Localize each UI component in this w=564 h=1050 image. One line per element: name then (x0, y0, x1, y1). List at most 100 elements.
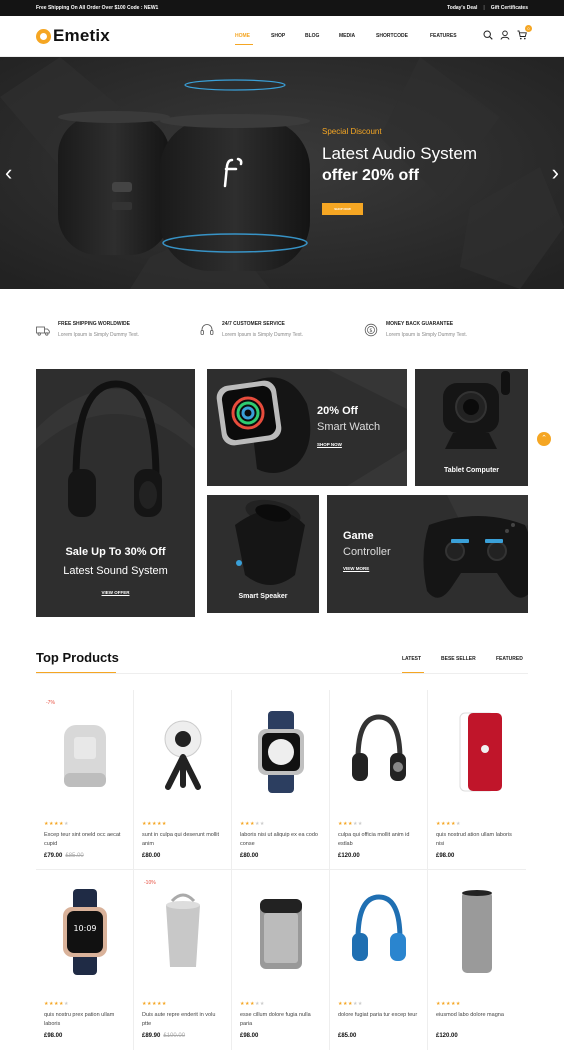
360-camera-icon (164, 720, 202, 790)
hero-next-arrow[interactable]: › (552, 162, 559, 184)
logo[interactable]: Emetix (36, 26, 110, 46)
headset-icon (200, 324, 214, 335)
rating-stars: ★★★★★ (44, 1001, 69, 1007)
main-nav: HOME SHOP BLOG MEDIA SHORTCODE FEATURES (235, 33, 470, 45)
current-price: £120.00 (338, 853, 360, 859)
product-name[interactable]: eiusmod labo dolore magna (436, 1011, 520, 1020)
product-card[interactable]: ★★★★★ laboris nisi ut aliquip ex ea codo… (232, 690, 330, 870)
product-name[interactable]: laboris nisi ut aliquip ex ea codo conse (240, 831, 324, 848)
product-card[interactable]: ★★★★★ sunt in culpa qui deserunt mollit … (134, 690, 232, 870)
feature-desc: Lorem Ipsum is Simply Dummy Text. (222, 332, 304, 338)
rating-stars: ★★★★★ (436, 1001, 461, 1007)
product-price: £98.00 (436, 853, 457, 859)
logo-text: Emetix (53, 26, 110, 45)
product-name[interactable]: quis nostru prex pation ullam laboris (44, 1011, 128, 1028)
banner-controller-title: Game (343, 530, 374, 542)
search-icon[interactable] (483, 30, 493, 40)
product-card[interactable]: ★★★★★ quis nostrud ation ullam laboris n… (428, 690, 526, 870)
scroll-to-top-button[interactable]: ⌃ (537, 432, 551, 446)
product-card[interactable]: ★★★★★ dolore fugiat paria tur excep teur… (330, 870, 428, 1050)
tab-latest[interactable]: LATEST (402, 656, 421, 662)
current-price: £98.00 (44, 1033, 63, 1039)
smartwatch-icon (258, 710, 304, 793)
product-card[interactable]: -7% ★★★★★ Excep teur sint oneld occ aeca… (36, 690, 134, 870)
headphones-icon (352, 713, 406, 781)
rating-stars: ★★★★★ (338, 821, 363, 827)
top-bar-links: Today's Deal | Gift Certificates (447, 5, 528, 11)
feature-desc: Lorem Ipsum is Simply Dummy Text. (58, 332, 140, 338)
product-card[interactable]: ★★★★★ esse cillum dolore fugia nulla par… (232, 870, 330, 1050)
blue-headphones-icon (352, 893, 406, 961)
product-price: £85.00 (338, 1033, 359, 1039)
banner-watch-link[interactable]: SHOP NOW (317, 442, 342, 447)
feature-title: FREE SHIPPING WORLDWIDE (58, 321, 130, 327)
current-price: £98.00 (240, 1033, 259, 1039)
promo-text: Free Shipping On All Order Over $100 Cod… (36, 5, 159, 11)
rating-stars: ★★★★★ (142, 821, 167, 827)
product-name[interactable]: esse cillum dolore fugia nulla paria (240, 1011, 324, 1028)
nav-shortcode[interactable]: SHORTCODE (376, 33, 430, 39)
current-price: £80.00 (142, 853, 161, 859)
logo-mark-icon (36, 28, 51, 44)
product-name[interactable]: dolore fugiat paria tur excep teur (338, 1011, 422, 1020)
banner-headphones-title: Sale Up To 30% Off (65, 546, 166, 558)
rating-stars: ★★★★★ (436, 821, 461, 827)
gift-certificates-link[interactable]: Gift Certificates (491, 5, 528, 11)
nav-media[interactable]: MEDIA (339, 33, 376, 39)
hero-prev-arrow[interactable]: ‹ (5, 162, 12, 184)
product-name[interactable]: Duis aute repre enderit in volu ptte (142, 1011, 226, 1028)
product-price: £98.00 (44, 1033, 65, 1039)
banner-controller[interactable]: Game Controller VIEW MORE (327, 495, 528, 613)
product-card[interactable]: ★★★★★ eiusmod labo dolore magna £120.00 (428, 870, 526, 1050)
product-name[interactable]: quis nostrud ation ullam laboris nisi (436, 831, 520, 848)
product-name[interactable]: Excep teur sint oneld occ aecat cupid (44, 831, 128, 848)
cart-button[interactable]: 0 (517, 25, 532, 40)
product-name[interactable]: culpa qui officia mollit anim id estlab (338, 831, 422, 848)
top-bar-separator: | (483, 5, 485, 11)
product-price: £80.00 (142, 853, 163, 859)
nav-features[interactable]: FEATURES (430, 33, 470, 39)
watch-icon: 10:09 (63, 888, 107, 975)
current-price: £120.00 (436, 1033, 458, 1039)
section-title-top-products: Top Products (36, 650, 119, 665)
user-icon[interactable] (500, 30, 510, 40)
product-price: £79.00 £85.00 (44, 853, 84, 859)
tab-best-seller[interactable]: BESE SELLER (441, 656, 476, 662)
banner-speaker-title: Smart Speaker (238, 593, 288, 600)
active-tab-indicator (402, 672, 424, 673)
product-grid: -7% ★★★★★ Excep teur sint oneld occ aeca… (36, 690, 528, 1050)
phone-icon (459, 712, 502, 791)
svg-text:$: $ (369, 328, 372, 334)
bluetooth-speaker-icon (166, 893, 200, 967)
banner-camera[interactable]: Tablet Computer (415, 369, 528, 486)
nav-blog[interactable]: BLOG (305, 33, 339, 39)
feature-title: 24/7 CUSTOMER SERVICE (222, 321, 285, 327)
todays-deal-link[interactable]: Today's Deal (447, 5, 477, 11)
banner-headphones-link[interactable]: VIEW OFFER (36, 590, 195, 595)
product-card[interactable]: ★★★★★ culpa qui officia mollit anim id e… (330, 690, 428, 870)
money-back-icon: $ (364, 323, 378, 337)
product-card[interactable]: -10% ★★★★★ Duis aute repre enderit in vo… (134, 870, 232, 1050)
current-price: £85.00 (338, 1033, 357, 1039)
banner-headphones[interactable]: Sale Up To 30% Off Latest Sound System V… (36, 369, 195, 617)
rating-stars: ★★★★★ (142, 1001, 167, 1007)
bread-maker-icon (260, 898, 302, 969)
product-card[interactable]: 10:09 ★★★★★ quis nostru prex pation ulla… (36, 870, 134, 1050)
tab-featured[interactable]: FEATURED (496, 656, 523, 662)
banner-speaker[interactable]: Smart Speaker (207, 495, 319, 613)
current-price: £98.00 (436, 853, 455, 859)
banner-camera-title: Tablet Computer (443, 467, 500, 474)
banner-smart-watch[interactable]: 20% Off Smart Watch SHOP NOW (207, 369, 407, 486)
nav-home[interactable]: HOME (235, 33, 271, 45)
svg-text:10:09: 10:09 (73, 924, 96, 933)
product-name[interactable]: sunt in culpa qui deserunt mollit anim (142, 831, 226, 848)
nav-shop[interactable]: SHOP (271, 33, 305, 39)
rating-stars: ★★★★★ (338, 1001, 363, 1007)
feature-title: MONEY BACK GUARANTEE (386, 321, 454, 327)
banner-controller-link[interactable]: VIEW MORE (343, 566, 369, 571)
feature-desc: Lorem Ipsum is Simply Dummy Text. (386, 332, 468, 338)
hero-shop-now-button[interactable]: SHOP NOW (322, 203, 363, 215)
product-price: £120.00 (338, 853, 363, 859)
header: Emetix HOME SHOP BLOG MEDIA SHORTCODE FE… (0, 16, 564, 57)
hero-slider: ‹ › Special Discount Latest Audio System… (0, 57, 564, 289)
